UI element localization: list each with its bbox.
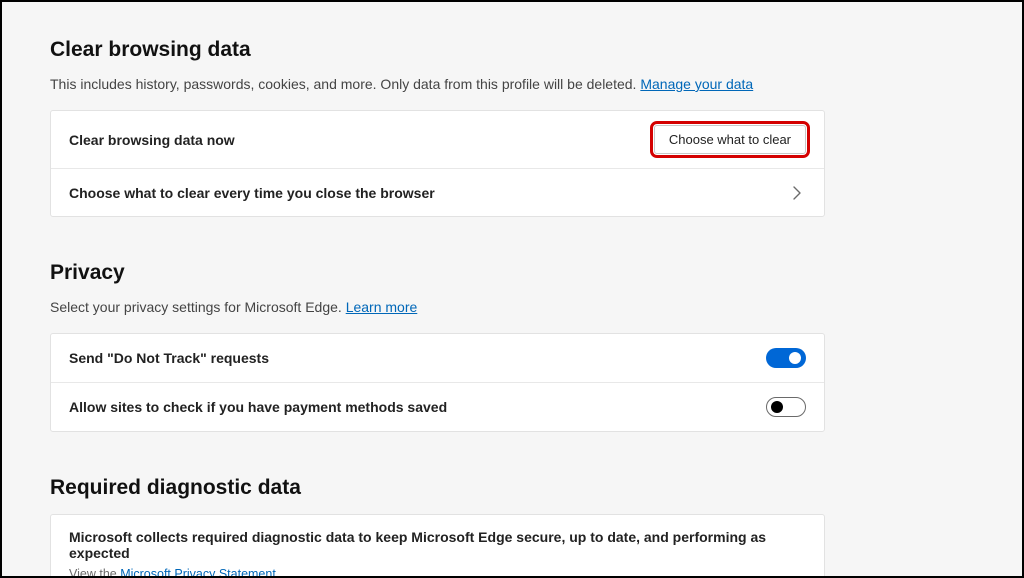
clear-desc-text: This includes history, passwords, cookie…: [50, 76, 640, 92]
privacy-card: Send "Do Not Track" requests Allow sites…: [50, 333, 825, 432]
manage-your-data-link[interactable]: Manage your data: [640, 76, 753, 92]
microsoft-privacy-statement-link[interactable]: Microsoft Privacy Statement: [120, 567, 276, 576]
do-not-track-label: Send "Do Not Track" requests: [69, 350, 269, 366]
chevron-right-icon: [788, 184, 806, 202]
clear-browsing-data-desc: This includes history, passwords, cookie…: [50, 76, 986, 92]
clear-browsing-data-card: Clear browsing data now Choose what to c…: [50, 110, 825, 217]
row-payment-methods: Allow sites to check if you have payment…: [51, 382, 824, 431]
row-clear-now: Clear browsing data now Choose what to c…: [51, 111, 824, 168]
clear-on-close-label: Choose what to clear every time you clos…: [69, 185, 435, 201]
row-do-not-track: Send "Do Not Track" requests: [51, 334, 824, 382]
section-diagnostic-data: Required diagnostic data Microsoft colle…: [50, 476, 986, 576]
privacy-desc-text: Select your privacy settings for Microso…: [50, 299, 346, 315]
do-not-track-toggle[interactable]: [766, 348, 806, 368]
privacy-heading: Privacy: [50, 261, 986, 285]
diagnostic-subnote: View the Microsoft Privacy Statement: [69, 567, 806, 576]
subnote-prefix: View the: [69, 567, 120, 576]
payment-methods-label: Allow sites to check if you have payment…: [69, 399, 447, 415]
privacy-learn-more-link[interactable]: Learn more: [346, 299, 418, 315]
diagnostic-card-title: Microsoft collects required diagnostic d…: [69, 529, 806, 561]
diagnostic-heading: Required diagnostic data: [50, 476, 986, 500]
section-privacy: Privacy Select your privacy settings for…: [50, 261, 986, 432]
payment-methods-toggle[interactable]: [766, 397, 806, 417]
diagnostic-info-row: Microsoft collects required diagnostic d…: [51, 515, 824, 576]
clear-now-label: Clear browsing data now: [69, 132, 235, 148]
privacy-desc: Select your privacy settings for Microso…: [50, 299, 986, 315]
settings-page: Clear browsing data This includes histor…: [2, 2, 1022, 576]
toggle-knob: [789, 352, 801, 364]
row-clear-on-close[interactable]: Choose what to clear every time you clos…: [51, 168, 824, 216]
choose-what-to-clear-button[interactable]: Choose what to clear: [654, 125, 806, 154]
diagnostic-card: Microsoft collects required diagnostic d…: [50, 514, 825, 576]
section-clear-browsing-data: Clear browsing data This includes histor…: [50, 38, 986, 217]
toggle-knob: [771, 401, 783, 413]
clear-browsing-data-heading: Clear browsing data: [50, 38, 986, 62]
